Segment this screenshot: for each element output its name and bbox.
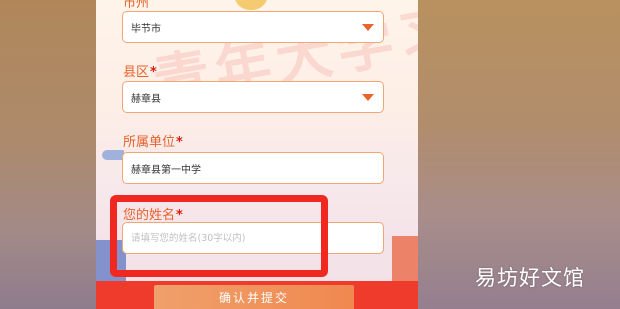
county-value: 赫章县 — [131, 94, 161, 105]
unit-label: 所属单位* — [123, 135, 183, 150]
city-select[interactable]: 毕节市 — [122, 11, 384, 43]
county-select[interactable]: 赫章县 — [122, 81, 384, 113]
submit-button[interactable]: 确认并提交 — [154, 285, 354, 309]
highlight-box — [110, 195, 328, 277]
required-mark: * — [176, 135, 183, 150]
city-label: 市州 — [123, 0, 150, 11]
required-mark: * — [150, 65, 157, 80]
unit-field[interactable]: 赫章县第一中学 — [122, 152, 384, 184]
crown-decoration — [234, 0, 268, 10]
city-value: 毕节市 — [131, 24, 161, 35]
county-label: 县区* — [123, 65, 157, 80]
dropdown-arrow-icon[interactable] — [362, 94, 374, 101]
unit-value: 赫章县第一中学 — [131, 165, 201, 176]
dropdown-arrow-icon[interactable] — [362, 24, 374, 31]
phone-screen: 青年大学习 市州 毕节市 县区* 赫章县 所属单位* 赫章县第一中学 您的姓名*… — [96, 0, 418, 309]
paper-plane-decoration — [102, 150, 124, 160]
site-watermark: 易坊好文馆 — [475, 266, 585, 290]
left-background — [0, 0, 96, 309]
